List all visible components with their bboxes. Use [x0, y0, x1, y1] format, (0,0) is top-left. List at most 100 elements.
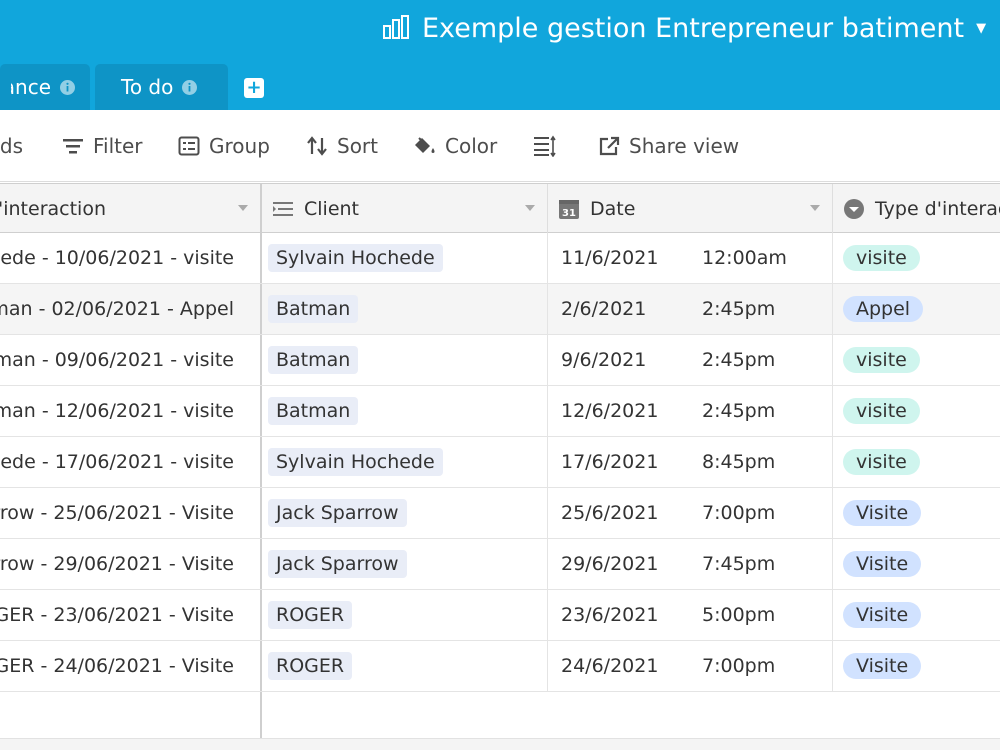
date-cell[interactable]: 11/6/2021 12:00am: [548, 233, 833, 283]
primary-cell[interactable]: Batman - 02/06/2021 - Appel: [0, 284, 262, 334]
time-value: 2:45pm: [702, 349, 776, 371]
date-cell[interactable]: 23/6/2021 5:00pm: [548, 590, 833, 640]
type-pill: Visite: [843, 500, 922, 526]
client-chip[interactable]: ROGER: [268, 652, 353, 680]
client-cell[interactable]: Sylvain Hochede: [262, 437, 548, 487]
client-cell[interactable]: Batman: [262, 335, 548, 385]
primary-cell[interactable]: Jack Sparrow - 29/06/2021 - Visite: [0, 539, 262, 589]
type-cell[interactable]: Appel: [833, 284, 1000, 334]
info-icon[interactable]: [181, 79, 198, 96]
date-value: 11/6/2021: [561, 247, 659, 269]
sort-icon: [307, 136, 327, 156]
interaction-name: Batman - 09/06/2021 - visite: [0, 349, 234, 371]
type-cell[interactable]: Visite: [833, 641, 1000, 691]
column-header-client[interactable]: Client: [262, 184, 548, 233]
tab-finance[interactable]: Finance: [0, 64, 90, 110]
column-header-primary[interactable]: Nom d'interaction: [0, 184, 262, 233]
date-cell[interactable]: 17/6/2021 8:45pm: [548, 437, 833, 487]
type-cell[interactable]: visite: [833, 386, 1000, 436]
table-row[interactable]: Jack Sparrow - 25/06/2021 - Visite Jack …: [0, 488, 1000, 539]
share-icon: [599, 136, 620, 156]
row-height-icon: [534, 135, 556, 157]
group-button[interactable]: Group: [178, 132, 270, 160]
base-title[interactable]: Exemple gestion Entrepreneur batiment ▼: [382, 8, 986, 48]
client-chip[interactable]: ROGER: [268, 601, 353, 629]
type-cell[interactable]: visite: [833, 335, 1000, 385]
column-header-label: Nom d'interaction: [0, 197, 106, 220]
date-cell[interactable]: 9/6/2021 2:45pm: [548, 335, 833, 385]
primary-cell[interactable]: Batman - 09/06/2021 - visite: [0, 335, 262, 385]
column-header-type[interactable]: Type d'interaction: [833, 184, 1000, 233]
table-row[interactable]: ROGER - 23/06/2021 - Visite ROGER 23/6/2…: [0, 590, 1000, 641]
time-value: 2:45pm: [702, 400, 776, 422]
color-button[interactable]: Color: [412, 132, 497, 160]
grid-header: Nom d'interaction Client 31 Date Type d'…: [0, 183, 1000, 233]
paint-bucket-icon: [415, 137, 435, 153]
type-cell[interactable]: visite: [833, 233, 1000, 283]
filter-button[interactable]: Filter: [62, 132, 143, 160]
table-row[interactable]: Sylvain Hochede - 10/06/2021 - visite Sy…: [0, 233, 1000, 284]
bar-chart-icon: [382, 14, 410, 42]
type-cell[interactable]: Visite: [833, 488, 1000, 538]
table-row[interactable]: Batman - 02/06/2021 - Appel Batman 2/6/2…: [0, 284, 1000, 335]
table-row[interactable]: Jack Sparrow - 29/06/2021 - Visite Jack …: [0, 539, 1000, 590]
client-cell[interactable]: Batman: [262, 284, 548, 334]
add-table-button[interactable]: +: [244, 78, 264, 98]
info-icon[interactable]: [59, 79, 76, 96]
date-cell[interactable]: 12/6/2021 2:45pm: [548, 386, 833, 436]
chevron-down-icon[interactable]: [525, 205, 535, 211]
interaction-name: Jack Sparrow - 29/06/2021 - Visite: [0, 553, 234, 575]
primary-cell[interactable]: Batman - 12/06/2021 - visite: [0, 386, 262, 436]
table-row[interactable]: Sylvain Hochede - 17/06/2021 - visite Sy…: [0, 437, 1000, 488]
client-cell[interactable]: Sylvain Hochede: [262, 233, 548, 283]
sort-button[interactable]: Sort: [306, 132, 378, 160]
date-value: 29/6/2021: [561, 553, 659, 575]
date-value: 24/6/2021: [561, 655, 659, 677]
date-cell[interactable]: 2/6/2021 2:45pm: [548, 284, 833, 334]
hide-fields-button[interactable]: Hide fields: [0, 132, 23, 160]
type-cell[interactable]: visite: [833, 437, 1000, 487]
share-view-button[interactable]: Share view: [598, 132, 739, 160]
tab-to-do[interactable]: To do: [95, 64, 228, 110]
type-pill: visite: [843, 449, 920, 475]
client-chip[interactable]: Jack Sparrow: [268, 499, 407, 527]
date-cell[interactable]: 25/6/2021 7:00pm: [548, 488, 833, 538]
date-cell[interactable]: 24/6/2021 7:00pm: [548, 641, 833, 691]
plus-icon: +: [246, 77, 262, 98]
client-chip[interactable]: Batman: [268, 295, 359, 323]
date-value: 17/6/2021: [561, 451, 659, 473]
grid-rows: Sylvain Hochede - 10/06/2021 - visite Sy…: [0, 233, 1000, 692]
client-cell[interactable]: Jack Sparrow: [262, 488, 548, 538]
time-value: 2:45pm: [702, 298, 776, 320]
client-cell[interactable]: ROGER: [262, 641, 548, 691]
filter-label: Filter: [93, 134, 143, 158]
client-chip[interactable]: Batman: [268, 397, 359, 425]
chevron-down-icon[interactable]: ▼: [976, 21, 986, 36]
type-pill: Visite: [843, 653, 922, 679]
interaction-name: Batman - 02/06/2021 - Appel: [0, 298, 234, 320]
client-chip[interactable]: Batman: [268, 346, 359, 374]
chevron-down-icon[interactable]: [810, 205, 820, 211]
client-chip[interactable]: Sylvain Hochede: [268, 244, 443, 272]
primary-cell[interactable]: Jack Sparrow - 25/06/2021 - Visite: [0, 488, 262, 538]
type-cell[interactable]: Visite: [833, 590, 1000, 640]
client-chip[interactable]: Jack Sparrow: [268, 550, 407, 578]
type-cell[interactable]: Visite: [833, 539, 1000, 589]
table-row[interactable]: Batman - 12/06/2021 - visite Batman 12/6…: [0, 386, 1000, 437]
column-header-date[interactable]: 31 Date: [548, 184, 833, 233]
chevron-down-icon[interactable]: [238, 205, 248, 211]
primary-cell[interactable]: Sylvain Hochede - 17/06/2021 - visite: [0, 437, 262, 487]
base-title-text: Exemple gestion Entrepreneur batiment: [422, 12, 965, 44]
client-chip[interactable]: Sylvain Hochede: [268, 448, 443, 476]
date-value: 9/6/2021: [561, 349, 647, 371]
primary-cell[interactable]: ROGER - 24/06/2021 - Visite: [0, 641, 262, 691]
table-row[interactable]: ROGER - 24/06/2021 - Visite ROGER 24/6/2…: [0, 641, 1000, 692]
primary-cell[interactable]: Sylvain Hochede - 10/06/2021 - visite: [0, 233, 262, 283]
client-cell[interactable]: ROGER: [262, 590, 548, 640]
table-row[interactable]: Batman - 09/06/2021 - visite Batman 9/6/…: [0, 335, 1000, 386]
client-cell[interactable]: Jack Sparrow: [262, 539, 548, 589]
date-cell[interactable]: 29/6/2021 7:45pm: [548, 539, 833, 589]
primary-cell[interactable]: ROGER - 23/06/2021 - Visite: [0, 590, 262, 640]
client-cell[interactable]: Batman: [262, 386, 548, 436]
row-height-button[interactable]: [533, 132, 566, 160]
